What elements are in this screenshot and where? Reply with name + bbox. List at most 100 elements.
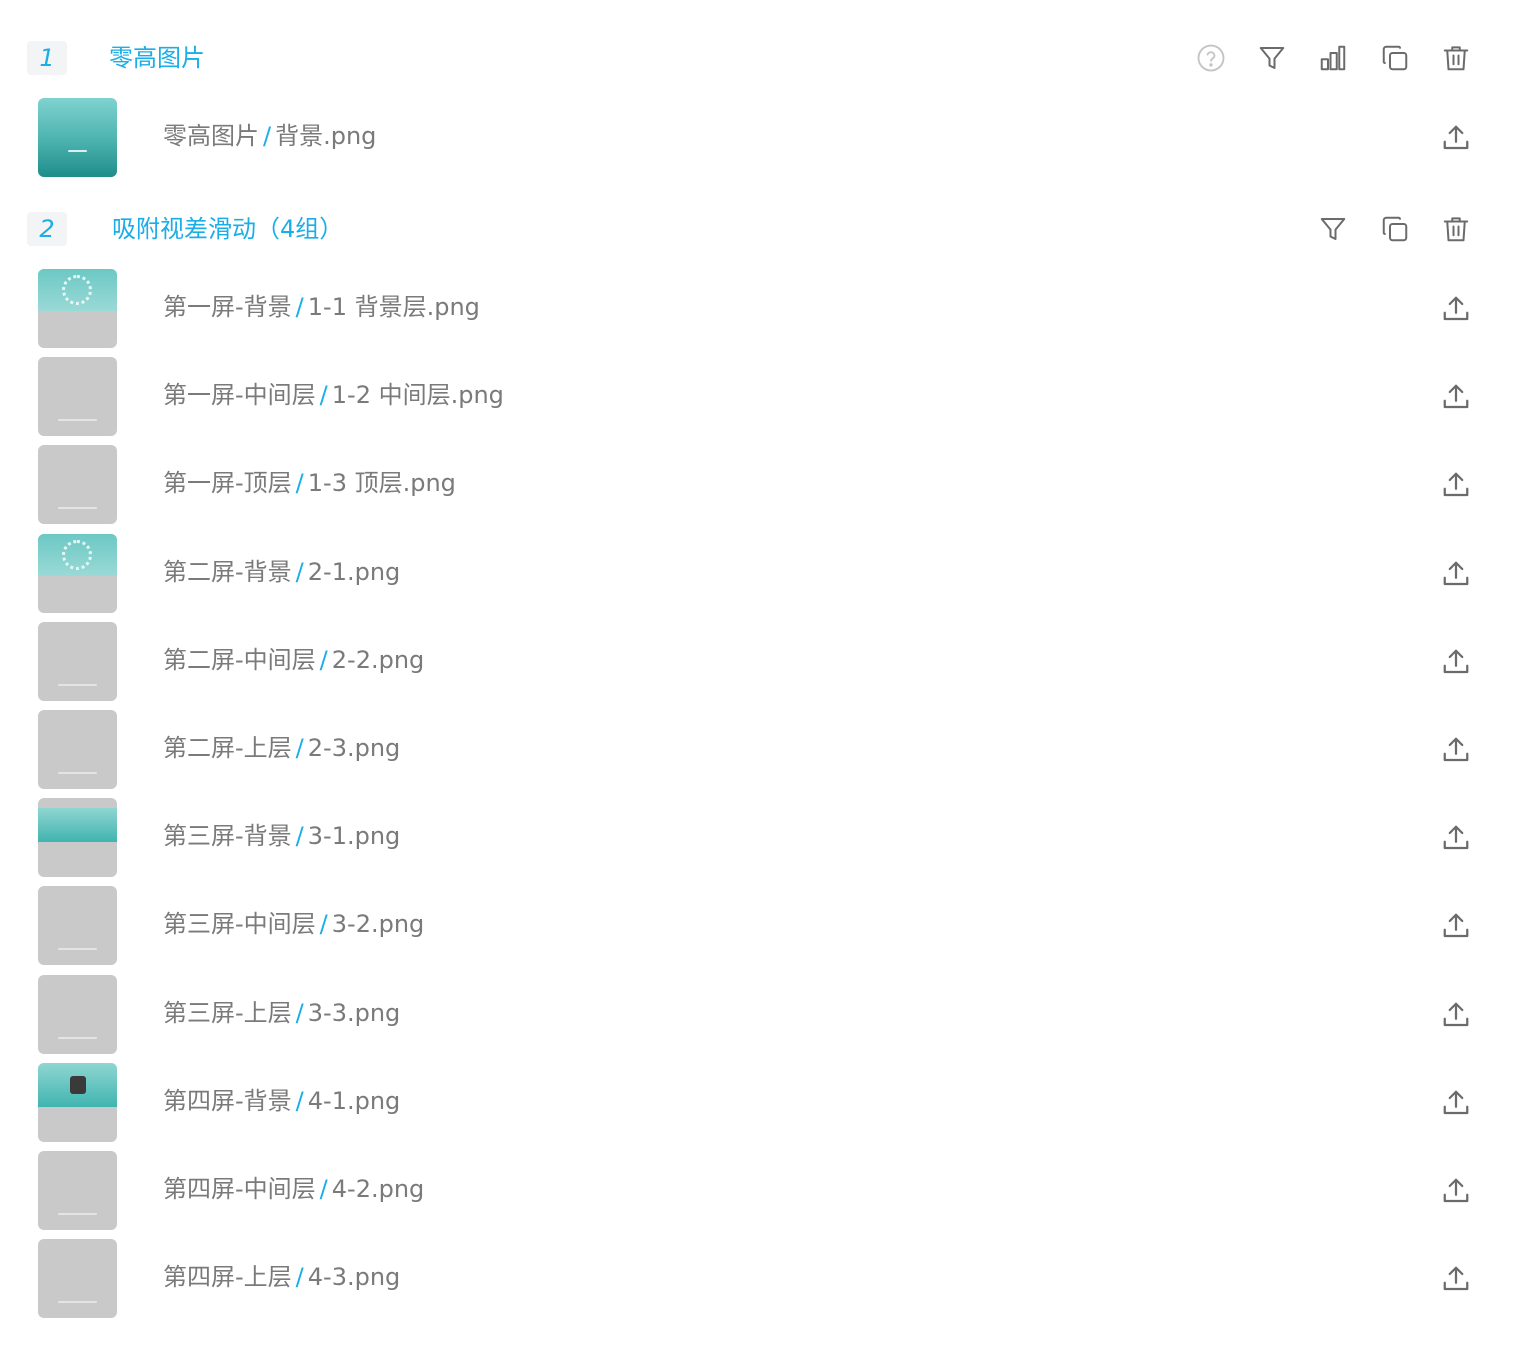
copy-icon[interactable] bbox=[1376, 210, 1414, 248]
path-separator: / bbox=[319, 910, 328, 938]
list-item: 第二屏-中间层/2-2.png bbox=[0, 622, 1528, 702]
path-separator: / bbox=[319, 1175, 328, 1203]
file-path: 第三屏-中间层/3-2.png bbox=[163, 906, 424, 942]
file-name: 2-2.png bbox=[331, 646, 425, 674]
upload-icon[interactable] bbox=[1438, 1085, 1474, 1121]
filter-icon[interactable] bbox=[1314, 210, 1352, 248]
group-title[interactable]: 零高图片 bbox=[109, 40, 205, 76]
folder-name: 第一屏-背景 bbox=[163, 293, 292, 321]
folder-name: 第二屏-上层 bbox=[163, 734, 292, 762]
folder-name: 第三屏-背景 bbox=[163, 822, 292, 850]
asset-list: 1 零高图片 零高图片 / 背景.png 2 吸附视差滑动（4组） 第一屏-背景… bbox=[0, 0, 1528, 1366]
upload-icon[interactable] bbox=[1438, 820, 1474, 856]
path-separator: / bbox=[295, 822, 304, 850]
upload-icon[interactable] bbox=[1438, 556, 1474, 592]
path-separator: / bbox=[319, 646, 328, 674]
upload-icon[interactable] bbox=[1438, 644, 1474, 680]
upload-icon[interactable] bbox=[1438, 291, 1474, 327]
path-separator: / bbox=[295, 469, 304, 497]
help-icon[interactable] bbox=[1192, 39, 1230, 77]
image-thumbnail[interactable] bbox=[38, 445, 117, 524]
file-path: 第一屏-背景/1-1 背景层.png bbox=[163, 289, 480, 325]
image-thumbnail[interactable] bbox=[38, 975, 117, 1054]
file-name: 3-1.png bbox=[307, 822, 401, 850]
file-path: 第四屏-上层/4-3.png bbox=[163, 1259, 400, 1295]
upload-icon[interactable] bbox=[1438, 1261, 1474, 1297]
folder-name: 第四屏-中间层 bbox=[163, 1175, 316, 1203]
list-item: 第四屏-中间层/4-2.png bbox=[0, 1151, 1528, 1231]
group-index-badge: 2 bbox=[27, 212, 67, 246]
list-item: 第一屏-中间层/1-2 中间层.png bbox=[0, 357, 1528, 437]
path-separator: / bbox=[295, 734, 304, 762]
upload-icon[interactable] bbox=[1438, 379, 1474, 415]
file-name: 2-3.png bbox=[307, 734, 401, 762]
file-name: 4-3.png bbox=[307, 1263, 401, 1291]
file-path: 第二屏-中间层/2-2.png bbox=[163, 642, 424, 678]
image-thumbnail[interactable] bbox=[38, 886, 117, 965]
file-name: 4-2.png bbox=[331, 1175, 425, 1203]
trash-icon[interactable] bbox=[1437, 39, 1475, 77]
upload-icon[interactable] bbox=[1438, 467, 1474, 503]
file-name: 2-1.png bbox=[307, 558, 401, 586]
group-header: 1 零高图片 bbox=[0, 32, 1528, 92]
folder-name: 零高图片 bbox=[163, 122, 259, 150]
filter-icon[interactable] bbox=[1253, 39, 1291, 77]
image-thumbnail[interactable] bbox=[38, 357, 117, 436]
copy-icon[interactable] bbox=[1376, 39, 1414, 77]
path-separator: / bbox=[295, 999, 304, 1027]
upload-icon[interactable] bbox=[1438, 908, 1474, 944]
path-separator: / bbox=[295, 1087, 304, 1115]
list-item: 第一屏-背景/1-1 背景层.png bbox=[0, 269, 1528, 349]
file-path: 零高图片 / 背景.png bbox=[163, 118, 376, 154]
list-item: 第二屏-背景/2-1.png bbox=[0, 534, 1528, 614]
path-separator: / bbox=[319, 381, 328, 409]
file-name: 1-3 顶层.png bbox=[307, 469, 456, 497]
path-separator: / bbox=[295, 1263, 304, 1291]
folder-name: 第一屏-中间层 bbox=[163, 381, 316, 409]
image-thumbnail[interactable] bbox=[38, 534, 117, 613]
upload-icon[interactable] bbox=[1438, 732, 1474, 768]
list-item: 第二屏-上层/2-3.png bbox=[0, 710, 1528, 790]
file-path: 第二屏-背景/2-1.png bbox=[163, 554, 400, 590]
path-separator: / bbox=[295, 558, 304, 586]
folder-name: 第四屏-上层 bbox=[163, 1263, 292, 1291]
upload-icon[interactable] bbox=[1438, 997, 1474, 1033]
folder-name: 第三屏-上层 bbox=[163, 999, 292, 1027]
image-thumbnail[interactable] bbox=[38, 622, 117, 701]
file-path: 第三屏-背景/3-1.png bbox=[163, 818, 400, 854]
list-item: 第一屏-顶层/1-3 顶层.png bbox=[0, 445, 1528, 525]
list-item: 第四屏-上层/4-3.png bbox=[0, 1239, 1528, 1319]
image-thumbnail[interactable] bbox=[38, 98, 117, 177]
group-title[interactable]: 吸附视差滑动（4组） bbox=[112, 211, 343, 247]
file-name: 背景.png bbox=[275, 122, 377, 150]
group-header: 2 吸附视差滑动（4组） bbox=[0, 203, 1528, 263]
image-thumbnail[interactable] bbox=[38, 710, 117, 789]
folder-name: 第三屏-中间层 bbox=[163, 910, 316, 938]
image-thumbnail[interactable] bbox=[38, 1063, 117, 1142]
upload-icon[interactable] bbox=[1438, 1173, 1474, 1209]
upload-icon[interactable] bbox=[1438, 120, 1474, 156]
file-path: 第四屏-中间层/4-2.png bbox=[163, 1171, 424, 1207]
path-separator: / bbox=[295, 293, 304, 321]
folder-name: 第二屏-背景 bbox=[163, 558, 292, 586]
list-item: 第三屏-背景/3-1.png bbox=[0, 798, 1528, 878]
file-name: 1-2 中间层.png bbox=[331, 381, 504, 409]
list-item: 第四屏-背景/4-1.png bbox=[0, 1063, 1528, 1143]
file-name: 3-3.png bbox=[307, 999, 401, 1027]
folder-name: 第一屏-顶层 bbox=[163, 469, 292, 497]
group-index-badge: 1 bbox=[27, 41, 67, 75]
folder-name: 第四屏-背景 bbox=[163, 1087, 292, 1115]
trash-icon[interactable] bbox=[1437, 210, 1475, 248]
path-separator: / bbox=[263, 122, 272, 150]
folder-name: 第二屏-中间层 bbox=[163, 646, 316, 674]
file-name: 1-1 背景层.png bbox=[307, 293, 480, 321]
image-thumbnail[interactable] bbox=[38, 1239, 117, 1318]
file-path: 第三屏-上层/3-3.png bbox=[163, 995, 400, 1031]
file-name: 3-2.png bbox=[331, 910, 425, 938]
image-thumbnail[interactable] bbox=[38, 798, 117, 877]
image-thumbnail[interactable] bbox=[38, 269, 117, 348]
image-thumbnail[interactable] bbox=[38, 1151, 117, 1230]
list-item: 零高图片 / 背景.png bbox=[0, 98, 1528, 178]
chart-icon[interactable] bbox=[1314, 39, 1352, 77]
list-item: 第三屏-上层/3-3.png bbox=[0, 975, 1528, 1055]
